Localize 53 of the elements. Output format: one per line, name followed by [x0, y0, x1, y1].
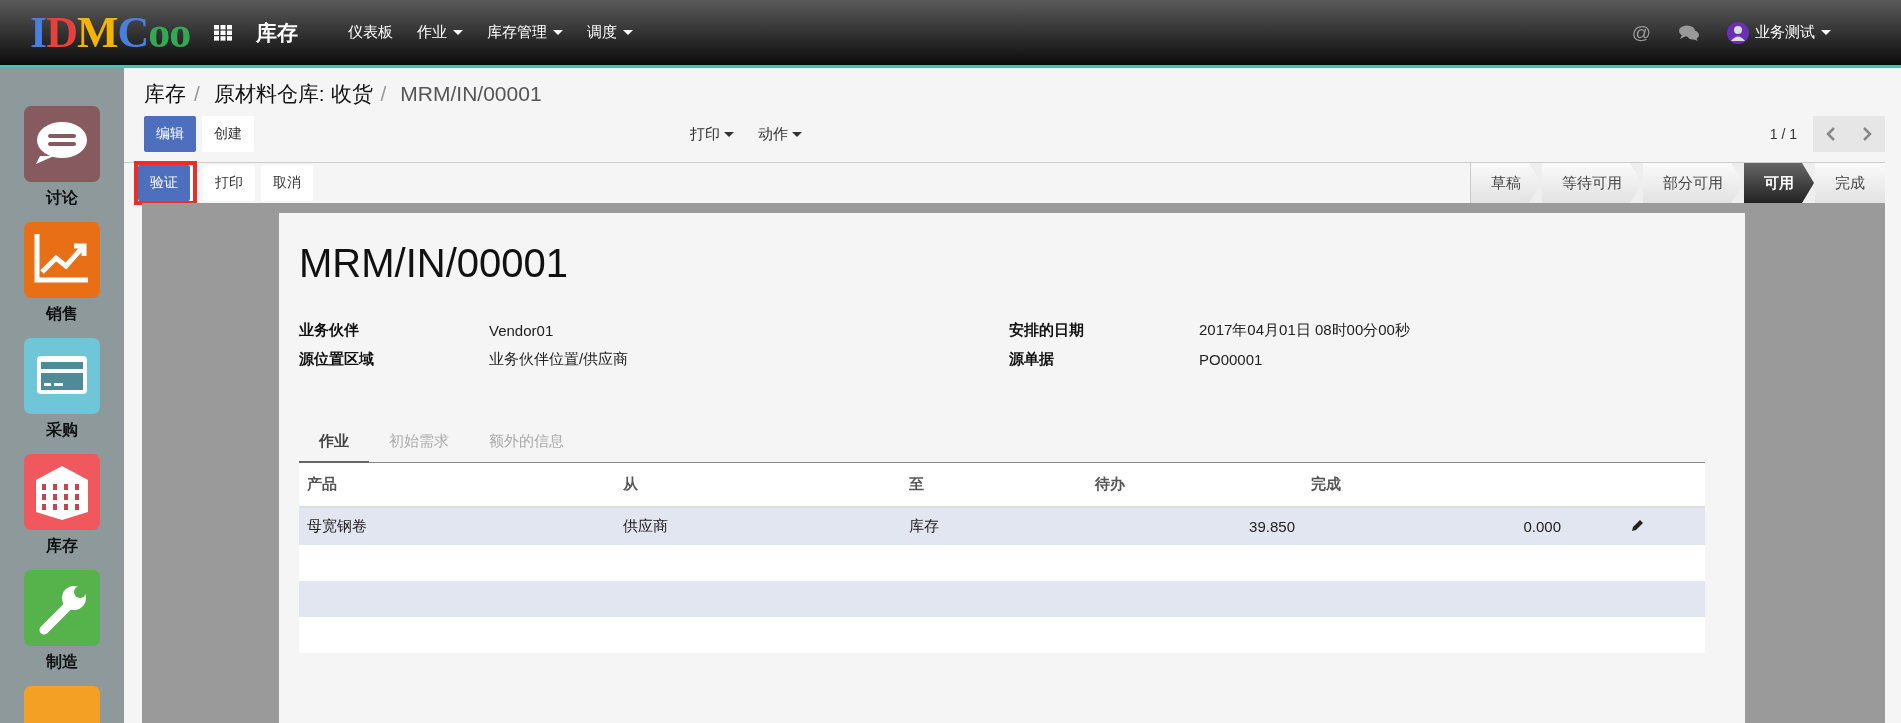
status-stage[interactable]: 完成 — [1815, 163, 1885, 203]
app-label[interactable]: 采购 — [46, 420, 78, 441]
edit-button[interactable]: 编辑 — [144, 116, 196, 152]
action-button[interactable]: 验证 — [138, 165, 190, 201]
breadcrumb-item[interactable]: 库存 — [144, 80, 186, 108]
app-label[interactable]: 讨论 — [46, 188, 78, 209]
print-dropdown[interactable]: 打印 — [690, 124, 734, 144]
user-menu[interactable]: 业务测试 — [1727, 21, 1831, 44]
breadcrumb-separator: / — [380, 82, 387, 106]
building-icon[interactable] — [24, 454, 100, 530]
pager-counter: 1 / 1 — [1769, 126, 1797, 142]
table-cell: 库存 — [901, 507, 1087, 545]
breadcrumb-item: MRM/IN/00001 — [400, 82, 542, 106]
menu-item[interactable]: 作业 — [417, 23, 464, 42]
app-label[interactable]: 销售 — [46, 304, 78, 325]
table-cell: 39.850 — [1087, 507, 1303, 545]
app-title: 库存 — [256, 19, 299, 46]
chevron-right-icon — [1862, 127, 1872, 141]
table-cell: 母宽钢卷 — [299, 507, 615, 545]
pencil-icon[interactable] — [1630, 519, 1644, 532]
trend-chart-icon[interactable] — [24, 222, 100, 298]
chevron-left-icon — [1826, 127, 1836, 141]
apps-grid-icon[interactable] — [214, 24, 233, 41]
field-label: 源单据 — [1009, 350, 1055, 369]
breadcrumb-item[interactable]: 原材料仓库: 收货 — [213, 80, 373, 108]
table-cell: 0.000 — [1303, 507, 1569, 545]
action-button[interactable]: 取消 — [261, 165, 313, 201]
card-icon[interactable] — [24, 338, 100, 414]
table-cell: 供应商 — [615, 507, 901, 545]
field-value: 2017年04月01日 08时00分00秒 — [1199, 321, 1410, 340]
speech-bubble-icon[interactable] — [24, 106, 100, 182]
avatar-icon — [1727, 21, 1749, 44]
field-label: 源位置区域 — [299, 350, 375, 369]
action-dropdown[interactable]: 动作 — [758, 124, 802, 144]
wrench-icon[interactable] — [24, 570, 100, 646]
breadcrumb-separator: / — [194, 82, 200, 106]
menu-item[interactable]: 调度 — [587, 23, 634, 42]
status-stage[interactable]: 可用 — [1744, 163, 1814, 203]
field-value: PO00001 — [1199, 351, 1263, 368]
menu-item[interactable]: 库存管理 — [487, 23, 564, 42]
field-label: 业务伙伴 — [299, 321, 360, 340]
record-title: MRM/IN/00001 — [299, 241, 569, 286]
logo[interactable]: IDMCoo — [30, 7, 191, 58]
app-label[interactable]: 制造 — [46, 652, 78, 673]
chat-bubbles-icon[interactable] — [1679, 24, 1699, 41]
mention-icon[interactable]: @ — [1631, 21, 1651, 44]
field-label: 安排的日期 — [1009, 321, 1085, 340]
create-button[interactable]: 创建 — [202, 116, 254, 152]
action-button[interactable]: 打印 — [203, 165, 255, 201]
app-label[interactable]: 库存 — [46, 536, 78, 557]
menu-item[interactable]: 仪表板 — [348, 23, 394, 42]
field-value: Vendor01 — [489, 322, 554, 339]
field-value: 业务伙伴位置/供应商 — [489, 350, 629, 369]
